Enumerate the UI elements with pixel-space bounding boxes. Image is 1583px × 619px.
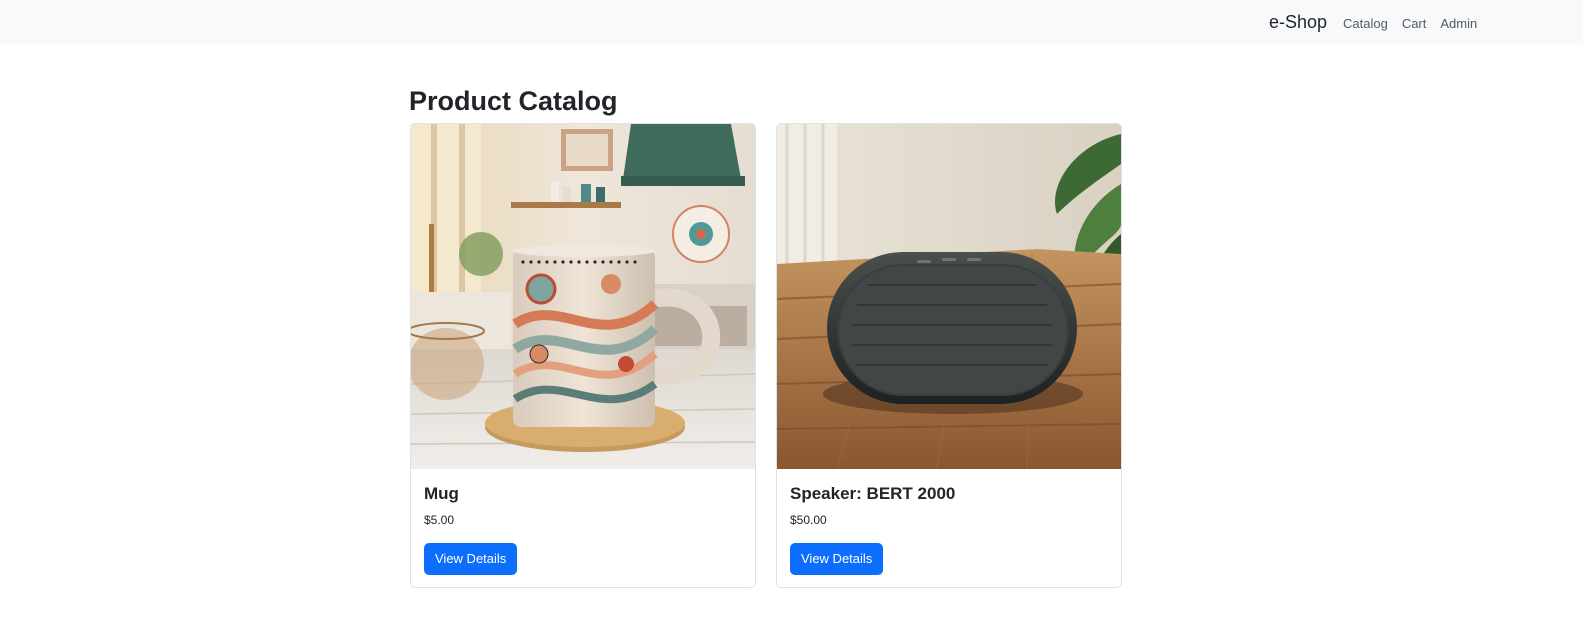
nav-link-admin[interactable]: Admin xyxy=(1440,16,1477,31)
product-image-mug xyxy=(411,124,755,469)
navbar: e-Shop Catalog Cart Admin xyxy=(0,0,1583,45)
product-price: $5.00 xyxy=(424,513,455,527)
product-card-speaker: Speaker: BERT 2000 $50.00 View Details xyxy=(776,123,1122,588)
nav-link-catalog[interactable]: Catalog xyxy=(1343,16,1388,31)
product-name: Speaker: BERT 2000 xyxy=(790,484,956,503)
product-price: $50.00 xyxy=(790,513,827,527)
brand-link[interactable]: e-Shop xyxy=(1269,12,1327,33)
view-details-button-speaker[interactable]: View Details xyxy=(790,543,884,575)
product-card-mug: Mug $5.00 View Details xyxy=(410,123,756,588)
nav-link-cart[interactable]: Cart xyxy=(1402,16,1427,31)
view-details-button-mug[interactable]: View Details xyxy=(424,543,518,575)
nav-links: Catalog Cart Admin xyxy=(1343,16,1491,31)
product-name: Mug xyxy=(424,484,459,503)
product-image-speaker xyxy=(777,124,1121,469)
page-title: Product Catalog xyxy=(409,86,618,116)
